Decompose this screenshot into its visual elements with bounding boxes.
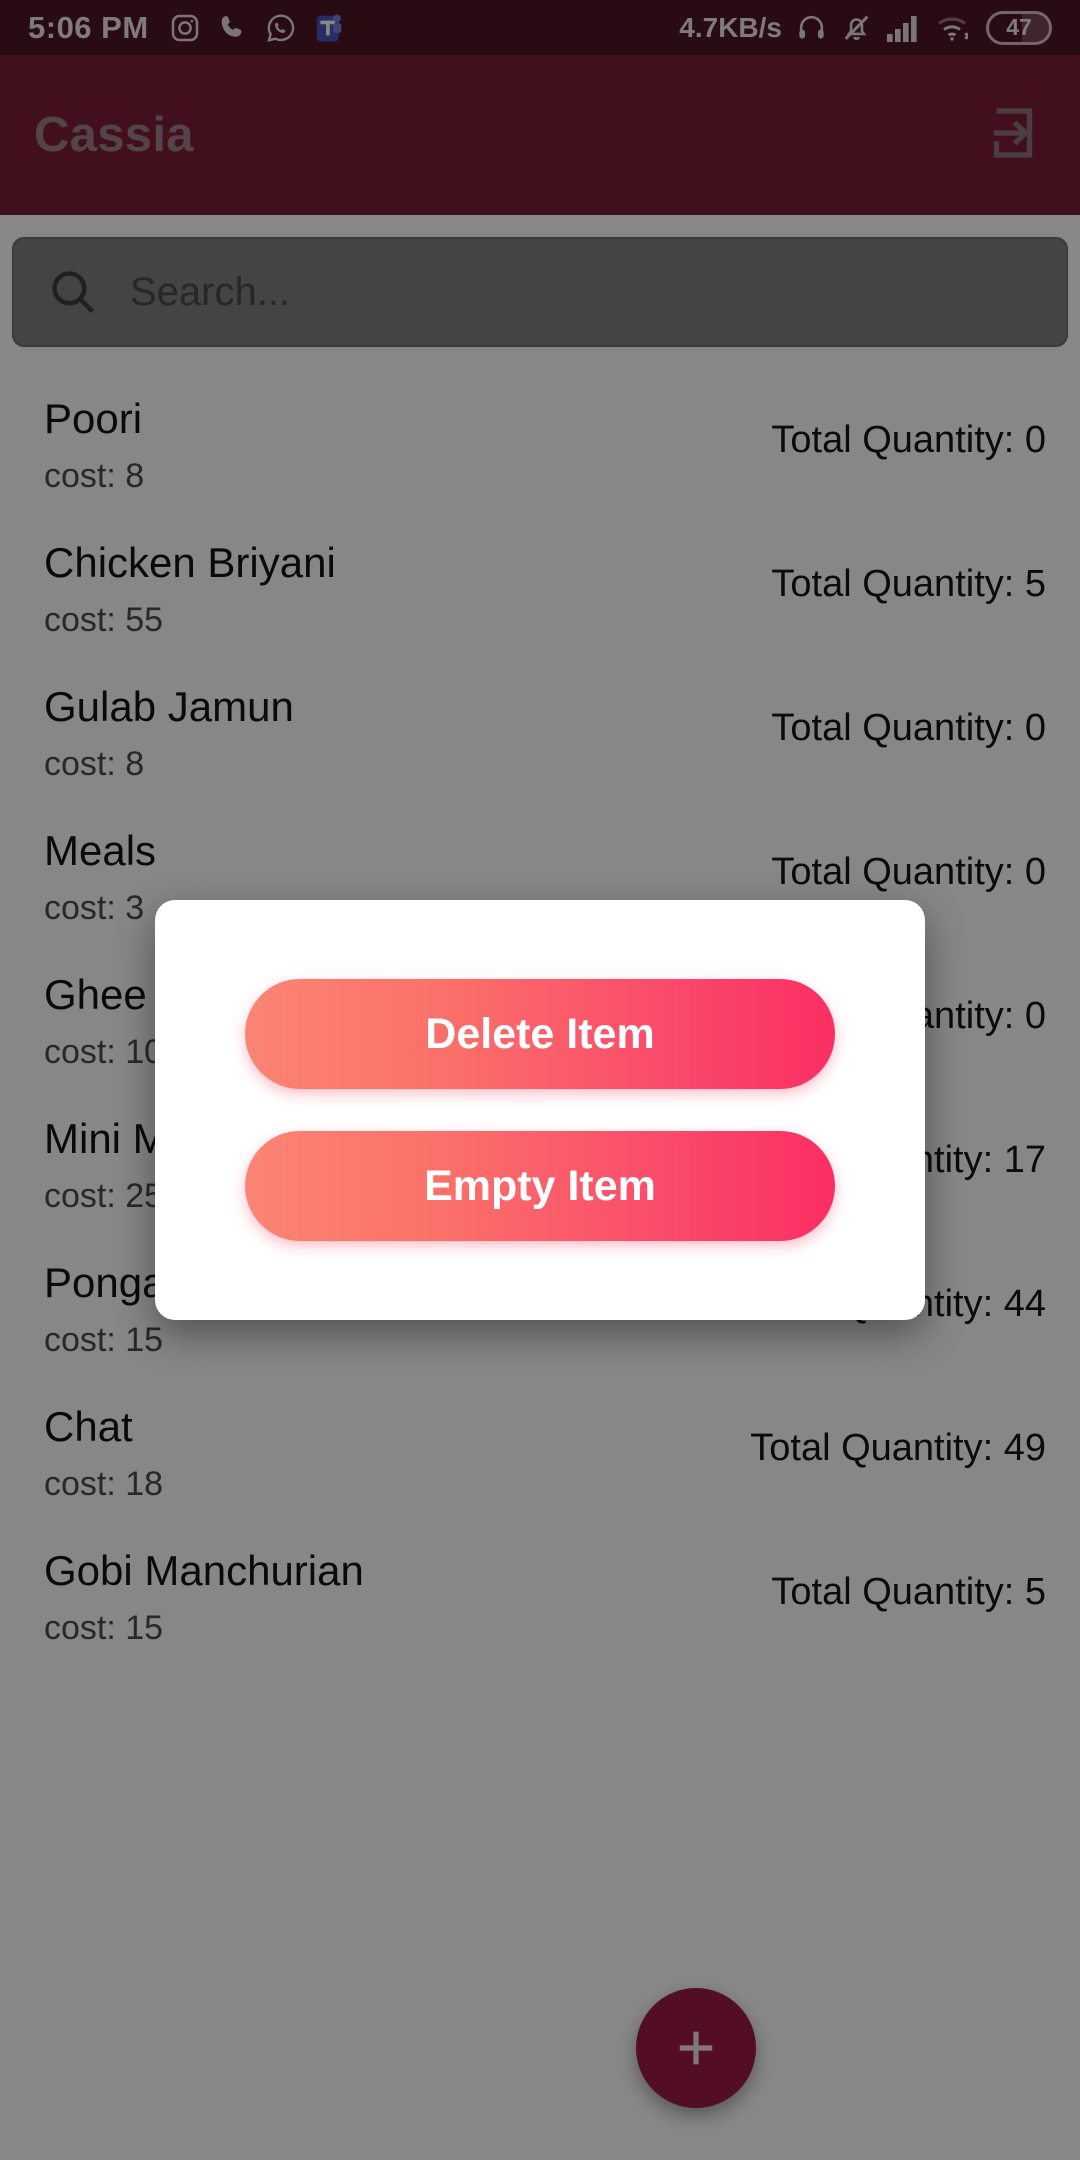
app-screen: 5:06 PM 4.7KB/s 47 Cassia Search... Poor… — [0, 0, 1080, 2160]
item-actions-dialog: Delete Item Empty Item — [155, 900, 925, 1320]
empty-item-button[interactable]: Empty Item — [245, 1131, 835, 1241]
delete-item-button[interactable]: Delete Item — [245, 979, 835, 1089]
